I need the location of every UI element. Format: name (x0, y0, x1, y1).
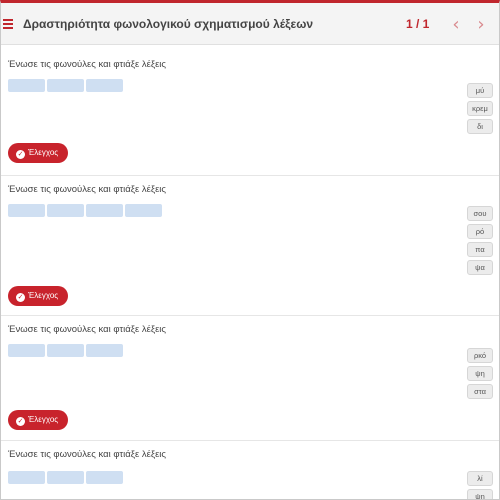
syllable-bank: σου ρό πα ψα (467, 206, 495, 278)
exercise-prompt: Ένωσε τις φωνούλες και φτιάξε λέξεις (8, 59, 166, 70)
syllable-chip[interactable]: μύ (467, 83, 493, 98)
syllable-chip[interactable]: ψα (467, 260, 493, 275)
answer-slots (8, 344, 125, 357)
check-circle-icon: ✓ (16, 150, 25, 159)
check-button[interactable]: ✓ Έλεγχος (8, 143, 69, 163)
syllable-chip[interactable]: σου (467, 206, 493, 221)
prev-page-button[interactable]: ‹ (446, 14, 466, 36)
syllable-chip[interactable]: ψη (467, 366, 493, 381)
syllable-chip[interactable]: ψη (467, 489, 493, 499)
exercise-prompt: Ένωσε τις φωνούλες και φτιάξε λέξεις (8, 324, 166, 335)
answer-slot[interactable] (8, 79, 45, 92)
check-button-label: Έλεγχος (28, 148, 59, 157)
exercise-prompt: Ένωσε τις φωνούλες και φτιάξε λέξεις (8, 184, 166, 195)
answer-slot[interactable] (47, 204, 84, 217)
answer-slots (8, 79, 125, 92)
answer-slots (8, 204, 164, 217)
exercise-2: Ένωσε τις φωνούλες και φτιάξε λέξεις σου… (1, 176, 499, 316)
answer-slot[interactable] (8, 204, 45, 217)
syllable-chip[interactable]: λί (467, 471, 493, 486)
answer-slot[interactable] (86, 79, 123, 92)
page-title: Δραστηριότητα φωνολογικού σχηματισμού λέ… (23, 17, 314, 31)
syllable-chip[interactable]: δι (467, 119, 493, 134)
syllable-bank: λί ψη (467, 471, 495, 499)
syllable-chip[interactable]: ρό (467, 224, 493, 239)
syllable-chip[interactable]: πα (467, 242, 493, 257)
check-button[interactable]: ✓ Έλεγχος (8, 286, 69, 306)
answer-slot[interactable] (86, 344, 123, 357)
syllable-chip[interactable]: κρεμ (467, 101, 493, 116)
answer-slot[interactable] (86, 204, 123, 217)
syllable-bank: ρκό ψη στα (467, 348, 495, 402)
hamburger-icon[interactable] (3, 19, 13, 29)
exercise-1: Ένωσε τις φωνούλες και φτιάξε λέξεις μύ … (1, 51, 499, 176)
answer-slot[interactable] (47, 344, 84, 357)
next-page-button[interactable]: › (471, 14, 491, 36)
check-button-label: Έλεγχος (28, 291, 59, 300)
answer-slot[interactable] (8, 344, 45, 357)
answer-slot[interactable] (47, 471, 84, 484)
check-button[interactable]: ✓ Έλεγχος (8, 410, 69, 430)
activity-header: Δραστηριότητα φωνολογικού σχηματισμού λέ… (1, 3, 499, 45)
check-circle-icon: ✓ (16, 417, 25, 426)
check-circle-icon: ✓ (16, 293, 25, 302)
answer-slot[interactable] (86, 471, 123, 484)
answer-slot[interactable] (8, 471, 45, 484)
check-button-label: Έλεγχος (28, 415, 59, 424)
answer-slot[interactable] (47, 79, 84, 92)
exercise-prompt: Ένωσε τις φωνούλες και φτιάξε λέξεις (8, 449, 166, 460)
syllable-chip[interactable]: στα (467, 384, 493, 399)
syllable-chip[interactable]: ρκό (467, 348, 493, 363)
answer-slots (8, 471, 125, 484)
syllable-bank: μύ κρεμ δι (467, 83, 495, 137)
exercise-4: Ένωσε τις φωνούλες και φτιάξε λέξεις λί … (1, 441, 499, 499)
answer-slot[interactable] (125, 204, 162, 217)
exercise-3: Ένωσε τις φωνούλες και φτιάξε λέξεις ρκό… (1, 316, 499, 441)
activity-frame: Δραστηριότητα φωνολογικού σχηματισμού λέ… (0, 0, 500, 500)
page-counter: 1 / 1 (406, 17, 430, 31)
